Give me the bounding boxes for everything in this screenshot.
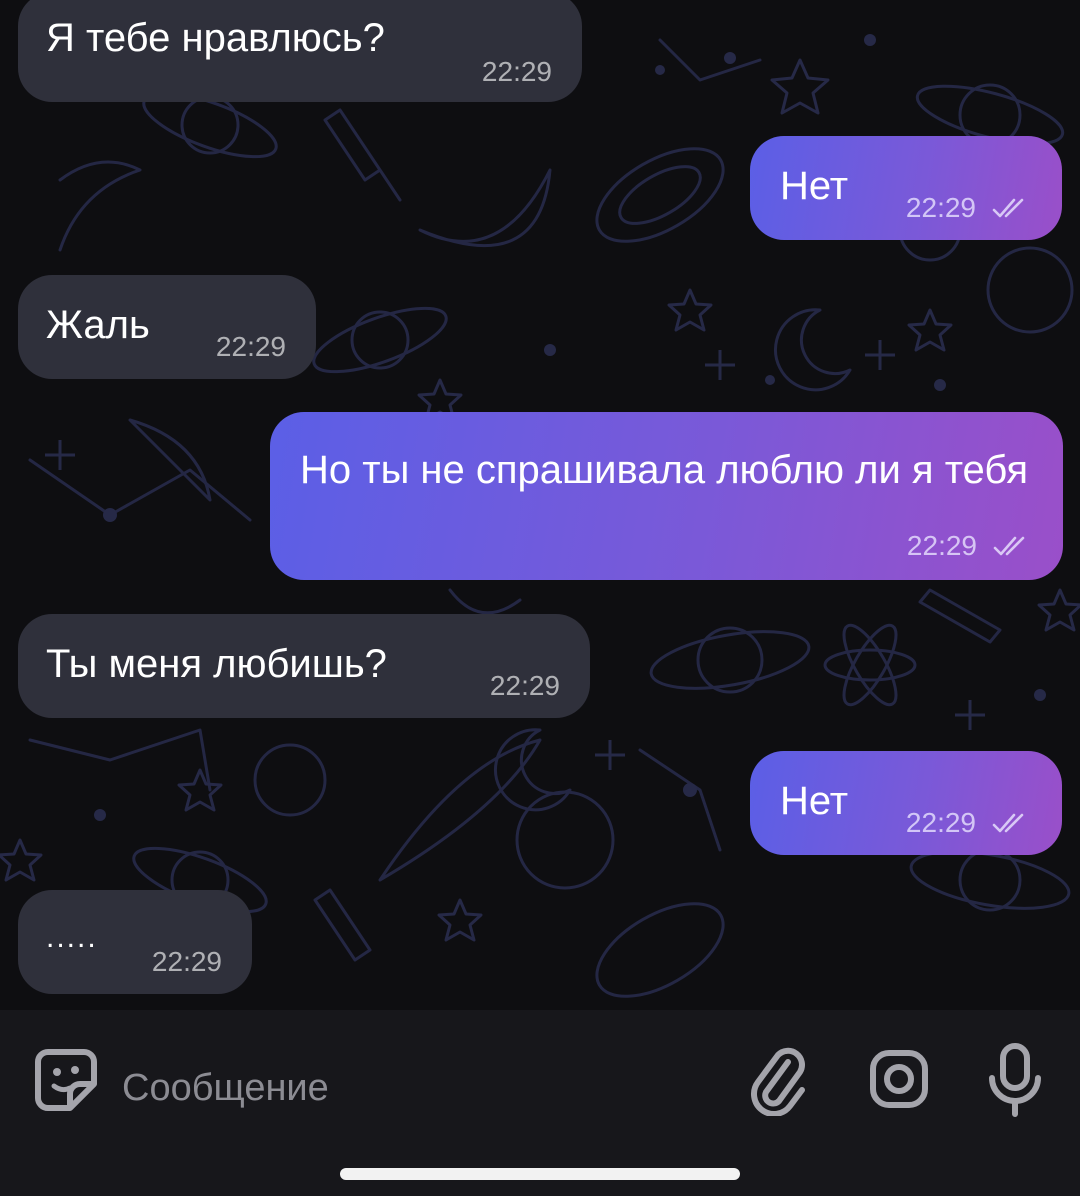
message-input[interactable]: Сообщение: [122, 1058, 329, 1118]
message-incoming[interactable]: Жаль 22:29: [18, 275, 316, 379]
message-text: Нет: [780, 779, 849, 823]
camera-icon: [870, 1050, 928, 1108]
message-outgoing[interactable]: Нет 22:29: [750, 136, 1062, 240]
message-incoming[interactable]: Я тебе нравлюсь? 22:29: [18, 0, 582, 102]
voice-button[interactable]: [982, 1040, 1048, 1120]
message-text: Жаль: [46, 303, 150, 347]
sticker-button[interactable]: [30, 1044, 102, 1116]
home-indicator[interactable]: [340, 1168, 740, 1180]
camera-button[interactable]: [866, 1046, 932, 1112]
double-check-icon: [992, 813, 1024, 833]
message-time: 22:29: [215, 331, 286, 362]
message-time: 22:29: [907, 530, 1033, 562]
message-outgoing[interactable]: Нет 22:29: [750, 751, 1062, 855]
message-text: Я тебе нравлюсь?: [46, 16, 385, 60]
message-time: 22:29: [906, 807, 1032, 839]
message-text: .....: [46, 921, 98, 954]
double-check-icon: [992, 198, 1024, 218]
message-list[interactable]: Я тебе нравлюсь? 22:29 Нет 22:29 Жаль 22…: [0, 0, 1080, 1010]
double-check-icon: [993, 536, 1025, 556]
message-outgoing[interactable]: Но ты не спрашивала люблю ли я тебя 22:2…: [270, 412, 1063, 580]
message-time: 22:29: [151, 946, 222, 977]
message-incoming[interactable]: Ты меня любишь? 22:29: [18, 614, 590, 718]
message-text: Ты меня любишь?: [46, 642, 387, 686]
message-time: 22:29: [489, 670, 560, 701]
sticker-icon: [35, 1049, 97, 1111]
microphone-icon: [989, 1043, 1041, 1117]
attach-button[interactable]: [745, 1040, 811, 1120]
message-time: 22:29: [481, 56, 552, 87]
message-time: 22:29: [906, 192, 1032, 224]
chat-screen: Я тебе нравлюсь? 22:29 Нет 22:29 Жаль 22…: [0, 0, 1080, 1196]
message-text: Нет: [780, 164, 849, 208]
message-incoming[interactable]: ..... 22:29: [18, 890, 252, 994]
message-text: Но ты не спрашивала люблю ли я тебя: [300, 448, 1029, 492]
paperclip-icon: [751, 1047, 805, 1116]
